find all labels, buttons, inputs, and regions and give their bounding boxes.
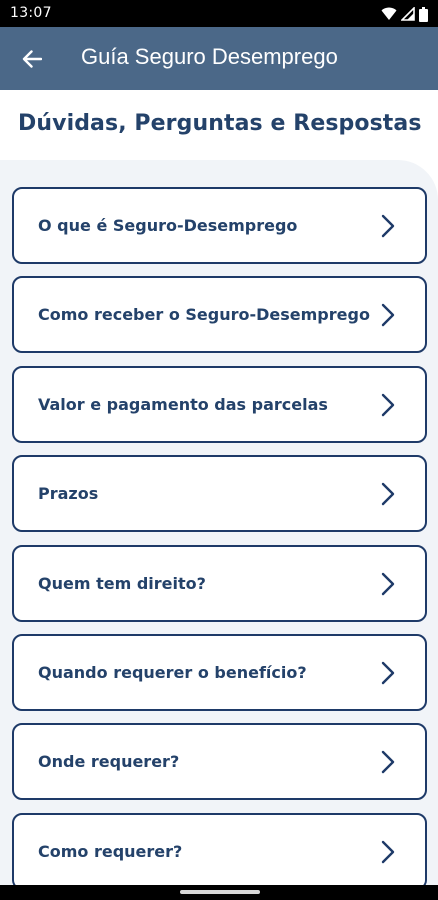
faq-item-label: Valor e pagamento das parcelas — [38, 394, 328, 414]
faq-item-label: O que é Seguro-Desemprego — [38, 216, 298, 235]
faq-item-label: Como requerer? — [38, 841, 183, 861]
wifi-icon — [381, 7, 397, 20]
arrow-left-icon — [22, 50, 42, 68]
faq-item[interactable]: Prazos — [12, 455, 427, 533]
signal-icon — [401, 7, 415, 21]
status-icons — [381, 6, 428, 22]
battery-icon — [419, 6, 428, 22]
chevron-right-icon — [381, 214, 395, 238]
system-nav-bar — [0, 885, 438, 900]
content-panel[interactable]: O que é Seguro-Desemprego Como receber o … — [0, 160, 438, 885]
status-bar: 13:07 — [0, 0, 438, 27]
faq-item[interactable]: Como requerer? — [12, 812, 427, 885]
chevron-right-icon — [381, 751, 395, 774]
faq-list: O que é Seguro-Desemprego Como receber o … — [12, 187, 427, 885]
faq-item[interactable]: Valor e pagamento das parcelas — [12, 365, 427, 443]
back-button[interactable] — [14, 41, 50, 77]
faq-item-label: Onde requerer? — [38, 752, 180, 772]
faq-item[interactable]: Quem tem direito? — [12, 544, 427, 622]
chevron-right-icon — [381, 572, 395, 595]
app-bar: Guía Seguro Desemprego — [0, 27, 438, 90]
chevron-right-icon — [381, 393, 395, 416]
faq-item[interactable]: Como receber o Seguro-Desemprego — [12, 276, 427, 354]
chevron-right-icon — [381, 304, 395, 327]
faq-item-label: Quando requerer o benefício? — [38, 662, 307, 682]
faq-item[interactable]: O que é Seguro-Desemprego — [12, 187, 427, 264]
app-title: Guía Seguro Desemprego — [81, 44, 338, 69]
home-gesture-handle[interactable] — [180, 890, 260, 894]
status-time: 13:07 — [10, 5, 52, 21]
faq-item-label: Quem tem direito? — [38, 573, 206, 593]
faq-item-label: Como receber o Seguro-Desemprego — [38, 305, 370, 325]
faq-item[interactable]: Onde requerer? — [12, 723, 427, 801]
faq-item[interactable]: Quando requerer o benefício? — [12, 633, 427, 711]
page-heading: Dúvidas, Perguntas e Respostas — [18, 111, 422, 136]
chevron-right-icon — [381, 482, 395, 506]
chevron-right-icon — [381, 840, 395, 863]
chevron-right-icon — [381, 661, 395, 685]
faq-item-label: Prazos — [38, 484, 99, 504]
